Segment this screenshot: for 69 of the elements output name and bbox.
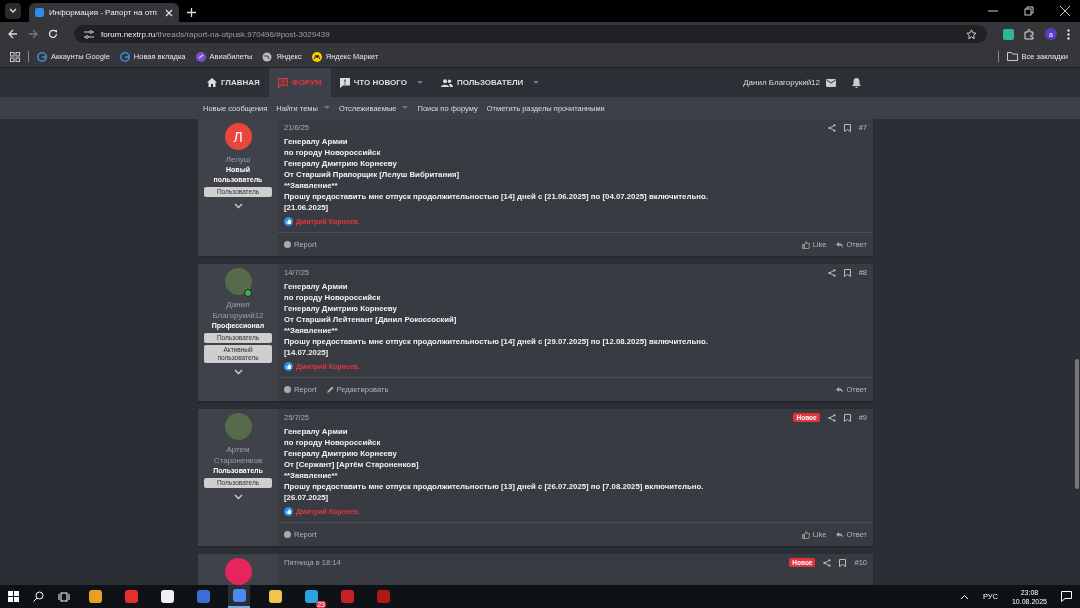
caret-icon[interactable] bbox=[533, 80, 540, 85]
browser-tab[interactable]: Информация - Рапорт на отп bbox=[29, 3, 179, 22]
reply-icon[interactable] bbox=[836, 241, 844, 248]
mail-icon[interactable] bbox=[826, 78, 836, 87]
task-view-icon[interactable] bbox=[58, 591, 70, 602]
dot-icon[interactable] bbox=[284, 386, 291, 393]
dot-icon[interactable] bbox=[284, 241, 291, 248]
more-icon[interactable] bbox=[1067, 28, 1070, 40]
share-icon[interactable] bbox=[827, 268, 836, 277]
site-favicon-icon bbox=[35, 8, 44, 17]
account-link[interactable]: Данил Благорукий12 bbox=[743, 78, 820, 87]
star-icon[interactable] bbox=[966, 28, 977, 40]
dot-icon[interactable] bbox=[284, 531, 291, 538]
nav-tab[interactable]: ГЛАВНАЯ bbox=[198, 68, 269, 97]
new-tab-icon[interactable] bbox=[187, 8, 196, 17]
bookmark-icon[interactable] bbox=[843, 268, 851, 277]
users-icon[interactable] bbox=[440, 78, 453, 87]
thumbs-up-icon[interactable] bbox=[801, 240, 810, 249]
chevron-down-icon[interactable] bbox=[9, 8, 17, 14]
bell-icon[interactable] bbox=[852, 77, 861, 88]
google-logo-icon[interactable] bbox=[119, 51, 130, 62]
back-icon[interactable] bbox=[8, 29, 18, 39]
reload-icon[interactable] bbox=[48, 29, 58, 39]
like-reaction-icon bbox=[284, 217, 293, 226]
bookmark-icon[interactable] bbox=[839, 558, 847, 567]
bookmark-icon[interactable] bbox=[843, 123, 851, 132]
restore-icon[interactable] bbox=[1024, 6, 1034, 16]
extension-icon[interactable] bbox=[1003, 28, 1014, 40]
chevron-down-icon[interactable] bbox=[233, 494, 243, 500]
like-reaction-icon bbox=[284, 507, 293, 516]
address-bar[interactable]: forum.nextrp.ru/threads/raport-na-otpusk.970496/#post-3029439 bbox=[74, 25, 987, 43]
puzzle-icon[interactable] bbox=[1024, 28, 1035, 40]
photo-placeholder[interactable] bbox=[224, 268, 252, 295]
start-icon[interactable] bbox=[8, 591, 19, 602]
search-icon[interactable] bbox=[33, 591, 44, 602]
plane-logo-icon[interactable] bbox=[195, 51, 206, 62]
thumbs-up-icon[interactable] bbox=[801, 530, 810, 539]
market-logo-icon[interactable] bbox=[311, 51, 322, 62]
forward-icon[interactable] bbox=[28, 29, 38, 39]
close-icon[interactable] bbox=[1060, 6, 1070, 16]
username-link[interactable]: Артем Староненков bbox=[198, 444, 278, 466]
pencil-icon[interactable] bbox=[326, 386, 334, 393]
folder-icon[interactable] bbox=[1006, 52, 1018, 61]
home-icon[interactable] bbox=[207, 78, 217, 87]
nav-tab[interactable]: ЧТО НОВОГО bbox=[330, 68, 432, 97]
user-avatar[interactable]: Л bbox=[224, 123, 252, 150]
username-link[interactable]: Лелуш bbox=[219, 154, 257, 165]
share-icon[interactable] bbox=[827, 413, 836, 422]
nav-tab[interactable]: ПОЛЬЗОВАТЕЛИ bbox=[431, 68, 549, 97]
like-reaction-icon bbox=[284, 362, 293, 371]
share-icon[interactable] bbox=[823, 558, 832, 567]
reply-icon[interactable] bbox=[836, 531, 844, 538]
apps-grid-icon[interactable] bbox=[10, 51, 20, 62]
comment-alert-icon[interactable] bbox=[339, 77, 350, 88]
site-info-icon[interactable] bbox=[84, 29, 94, 39]
chevron-down-icon[interactable] bbox=[233, 203, 243, 209]
share-icon[interactable] bbox=[827, 123, 836, 132]
reply-icon[interactable] bbox=[836, 386, 844, 393]
caret-icon[interactable] bbox=[416, 80, 423, 85]
taskbar-app-icon[interactable] bbox=[228, 585, 250, 608]
chevron-down-icon[interactable] bbox=[233, 369, 243, 375]
notification-icon[interactable] bbox=[1061, 591, 1072, 602]
bookmark-icon[interactable] bbox=[843, 413, 851, 422]
google-logo-icon[interactable] bbox=[37, 51, 47, 62]
close-icon[interactable] bbox=[165, 8, 173, 17]
tab-search-button[interactable] bbox=[5, 3, 21, 19]
username-link[interactable]: Данил Благорукий12 bbox=[198, 299, 278, 321]
globe-icon[interactable] bbox=[262, 51, 273, 62]
chevron-up-icon[interactable] bbox=[959, 593, 969, 600]
